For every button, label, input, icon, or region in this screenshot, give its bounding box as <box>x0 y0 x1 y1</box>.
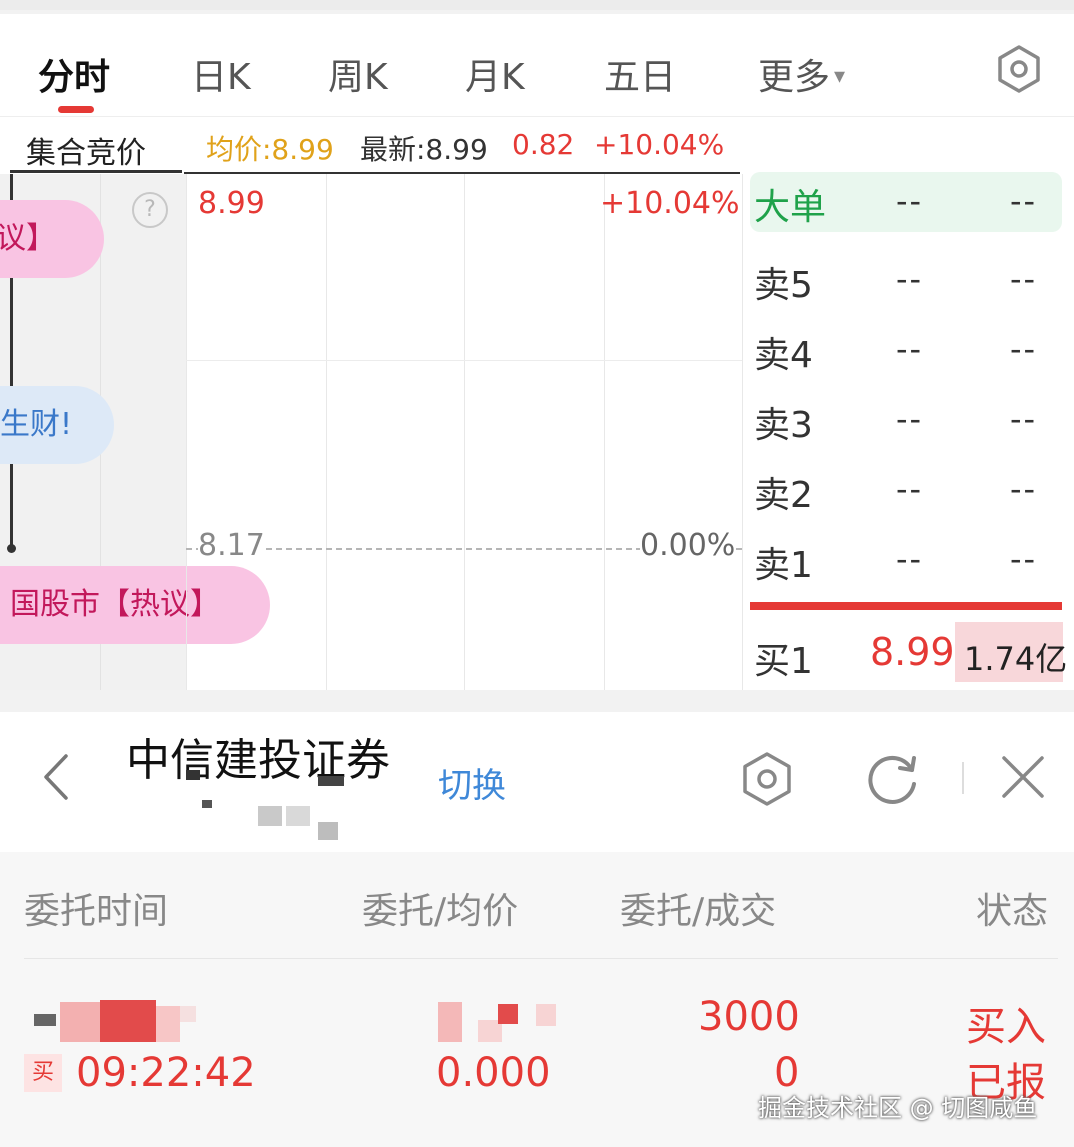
top-strip <box>0 0 1074 10</box>
ask-4-label: 卖4 <box>754 335 813 376</box>
chart-top-pct: +10.04% <box>600 186 740 221</box>
auction-dot <box>7 544 16 553</box>
ask-2-price: -- <box>896 470 924 508</box>
chart-gridline <box>186 360 742 361</box>
big-order-volume: -- <box>1010 182 1038 220</box>
tab-weekly-k[interactable]: 周K <box>328 48 388 100</box>
auction-label: 集合竞价 <box>26 136 146 171</box>
ask-3-volume: -- <box>1010 400 1038 438</box>
redacted-price <box>438 1002 462 1042</box>
ask-4-volume: -- <box>1010 330 1038 368</box>
buy-tag: 买 <box>24 1054 62 1092</box>
tabs-divider <box>0 116 1074 117</box>
ask-1-price: -- <box>896 540 924 578</box>
redacted-account <box>318 776 344 786</box>
order-time: 09:22:42 <box>76 1050 256 1096</box>
settings-hexagon-icon[interactable] <box>994 44 1044 94</box>
chart-gridline <box>186 174 187 690</box>
order-side: 买入 <box>966 1004 1046 1050</box>
auction-underline <box>10 170 182 173</box>
ask-3-label: 卖3 <box>754 405 813 446</box>
ask-2-label: 卖2 <box>754 475 813 516</box>
ask-5-volume: -- <box>1010 260 1038 298</box>
chevron-down-icon: ▾ <box>834 64 846 89</box>
redacted-price <box>536 1004 556 1026</box>
tab-more-label: 更多 <box>758 57 831 98</box>
tab-monthly-k[interactable]: 月K <box>465 48 525 100</box>
redacted-account <box>286 806 310 826</box>
watermark: 掘金技术社区 @ 切图咸鱼 <box>758 1094 1038 1122</box>
orders-divider <box>24 958 1058 959</box>
back-icon[interactable] <box>38 752 74 802</box>
active-tab-indicator <box>58 106 94 113</box>
ask-5-label: 卖5 <box>754 265 813 306</box>
redacted-account <box>202 800 212 808</box>
broker-name: 中信建投证券 <box>126 735 390 786</box>
discussion-bubble[interactable]: 议】 <box>0 200 104 278</box>
redacted-account <box>318 822 338 840</box>
info-underline <box>184 172 740 174</box>
order-avg-price: 0.000 <box>436 1050 551 1096</box>
refresh-icon[interactable] <box>864 750 922 808</box>
ask-5-price: -- <box>896 260 924 298</box>
ask-1-label: 卖1 <box>754 545 813 586</box>
chart-gridline <box>604 174 605 690</box>
bid-1-price: 8.99 <box>870 630 955 674</box>
chart-base-pct: 0.00% <box>640 528 736 563</box>
redacted-stock-name <box>180 1006 196 1022</box>
tab-five-day[interactable]: 五日 <box>604 48 676 100</box>
bid-1-label: 买1 <box>754 641 813 682</box>
column-header-quantity: 委托/成交 <box>620 891 777 932</box>
chart-gridline <box>742 174 743 690</box>
avg-price: 均价:8.99 <box>206 133 334 166</box>
ask-4-price: -- <box>896 330 924 368</box>
tab-daily-k[interactable]: 日K <box>191 48 251 100</box>
discussion-bubble[interactable]: 国股市【热议】 <box>0 566 270 644</box>
redacted-stock-name <box>60 1002 100 1042</box>
column-header-status: 状态 <box>976 891 1049 932</box>
price-change-pct: +10.04% <box>594 128 725 161</box>
toolbar-divider <box>962 762 964 794</box>
redacted-stock-name <box>156 1006 180 1042</box>
close-icon[interactable] <box>998 752 1048 802</box>
tab-more[interactable]: 更多 ▾ <box>758 48 845 100</box>
redacted-stock-name <box>34 1014 56 1026</box>
chart-base-price: 8.17 <box>198 528 265 563</box>
big-order-price: -- <box>896 182 924 220</box>
bid-1-volume: 1.74亿 <box>964 640 1068 678</box>
redacted-stock-name <box>100 1000 156 1042</box>
chart-top-price: 8.99 <box>198 186 265 221</box>
switch-broker-link[interactable]: 切换 <box>438 758 506 807</box>
settings-hexagon-icon[interactable] <box>738 750 796 808</box>
ask-1-volume: -- <box>1010 540 1038 578</box>
ask-2-volume: -- <box>1010 470 1038 508</box>
ask-3-price: -- <box>896 400 924 438</box>
chart-gridline <box>464 174 465 690</box>
big-order-label: 大单 <box>754 187 827 228</box>
column-header-time: 委托时间 <box>24 891 169 932</box>
price-change: 0.82 <box>512 128 575 161</box>
redacted-account <box>258 806 282 826</box>
redacted-price <box>498 1004 518 1024</box>
order-entrust-qty: 3000 <box>698 994 800 1040</box>
redacted-account <box>186 770 200 780</box>
column-header-price: 委托/均价 <box>362 891 519 932</box>
bid-ask-divider <box>750 602 1062 610</box>
chart-gridline <box>326 174 327 690</box>
tab-intraday[interactable]: 分时 <box>38 48 110 100</box>
latest-price: 最新:8.99 <box>360 133 488 166</box>
help-icon[interactable]: ? <box>132 192 168 228</box>
discussion-bubble[interactable]: 生财! <box>0 386 114 464</box>
